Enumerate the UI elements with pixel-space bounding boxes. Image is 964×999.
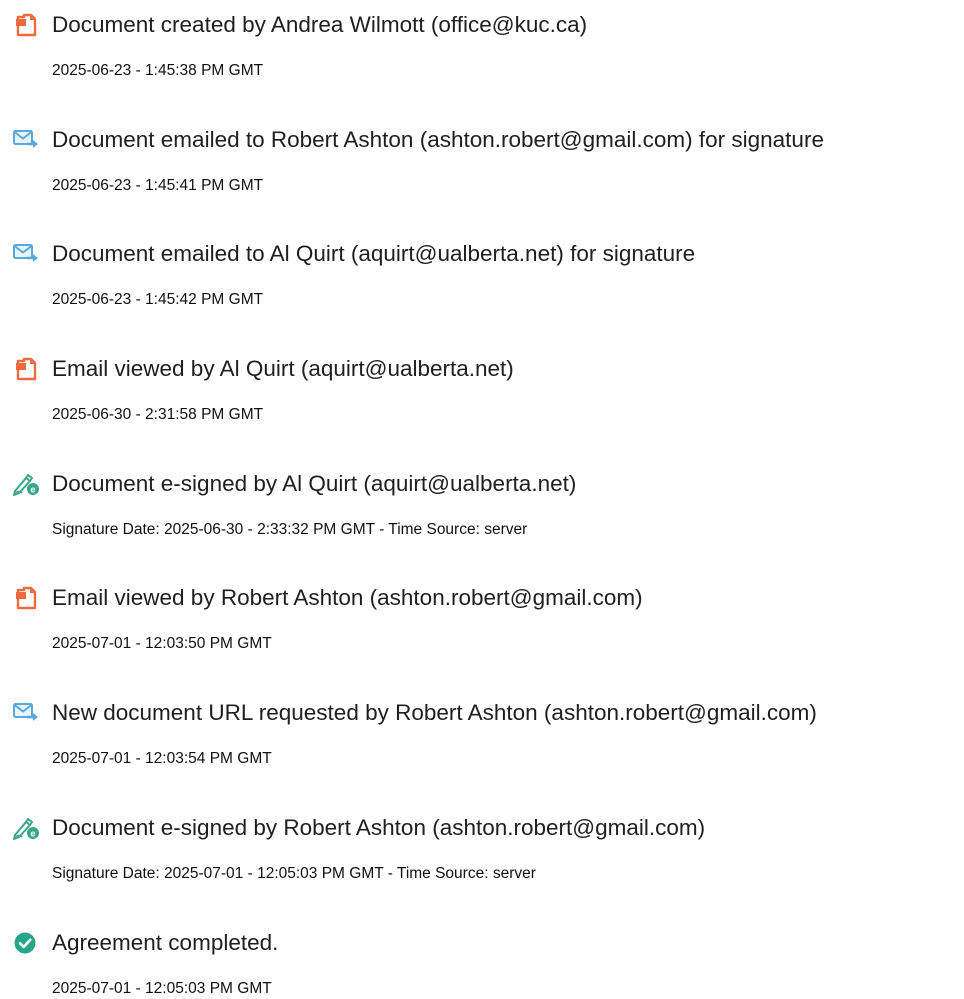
email-icon bbox=[12, 128, 40, 152]
document-icon bbox=[12, 13, 40, 37]
event-title: Document created by Andrea Wilmott (offi… bbox=[52, 12, 588, 37]
audit-event: e Document e-signed by Robert Ashton (as… bbox=[0, 803, 964, 883]
event-title: Document e-signed by Al Quirt (aquirt@ua… bbox=[52, 471, 577, 496]
audit-trail-list: Document created by Andrea Wilmott (offi… bbox=[0, 0, 964, 999]
event-timestamp: 2025-07-01 - 12:03:54 PM GMT bbox=[52, 750, 272, 767]
audit-event: Email viewed by Al Quirt (aquirt@ualbert… bbox=[0, 344, 964, 424]
email-icon bbox=[12, 701, 40, 725]
svg-text:e: e bbox=[30, 829, 35, 839]
event-timestamp: 2025-06-30 - 2:31:58 PM GMT bbox=[52, 406, 264, 423]
event-title: Document emailed to Robert Ashton (ashto… bbox=[52, 127, 824, 152]
audit-event: New document URL requested by Robert Ash… bbox=[0, 688, 964, 768]
audit-event: e Document e-signed by Al Quirt (aquirt@… bbox=[0, 459, 964, 539]
esign-icon: e bbox=[12, 816, 40, 840]
audit-event: Agreement completed. 2025-07-01 - 12:05:… bbox=[0, 918, 964, 998]
event-timestamp: 2025-06-23 - 1:45:38 PM GMT bbox=[52, 62, 264, 79]
event-title: Email viewed by Robert Ashton (ashton.ro… bbox=[52, 585, 643, 610]
svg-text:e: e bbox=[30, 485, 35, 495]
event-signature-date: Signature Date: 2025-07-01 - 12:05:03 PM… bbox=[52, 865, 536, 882]
document-icon bbox=[12, 357, 40, 381]
event-timestamp: 2025-06-23 - 1:45:41 PM GMT bbox=[52, 177, 264, 194]
event-title: Document emailed to Al Quirt (aquirt@ual… bbox=[52, 241, 696, 266]
document-icon bbox=[12, 586, 40, 610]
event-timestamp: 2025-07-01 - 12:05:03 PM GMT bbox=[52, 980, 272, 997]
event-title: Agreement completed. bbox=[52, 930, 279, 955]
event-timestamp: 2025-07-01 - 12:03:50 PM GMT bbox=[52, 635, 272, 652]
email-icon bbox=[12, 242, 40, 266]
esign-icon: e bbox=[12, 472, 40, 496]
audit-event: Document emailed to Robert Ashton (ashto… bbox=[0, 115, 964, 195]
audit-event: Document emailed to Al Quirt (aquirt@ual… bbox=[0, 229, 964, 309]
event-timestamp: 2025-06-23 - 1:45:42 PM GMT bbox=[52, 291, 264, 308]
event-title: New document URL requested by Robert Ash… bbox=[52, 700, 817, 725]
event-signature-date: Signature Date: 2025-06-30 - 2:33:32 PM … bbox=[52, 521, 528, 538]
audit-event: Email viewed by Robert Ashton (ashton.ro… bbox=[0, 573, 964, 653]
check-circle-icon bbox=[12, 931, 40, 955]
event-title: Document e-signed by Robert Ashton (asht… bbox=[52, 815, 706, 840]
audit-event: Document created by Andrea Wilmott (offi… bbox=[0, 0, 964, 80]
event-title: Email viewed by Al Quirt (aquirt@ualbert… bbox=[52, 356, 514, 381]
